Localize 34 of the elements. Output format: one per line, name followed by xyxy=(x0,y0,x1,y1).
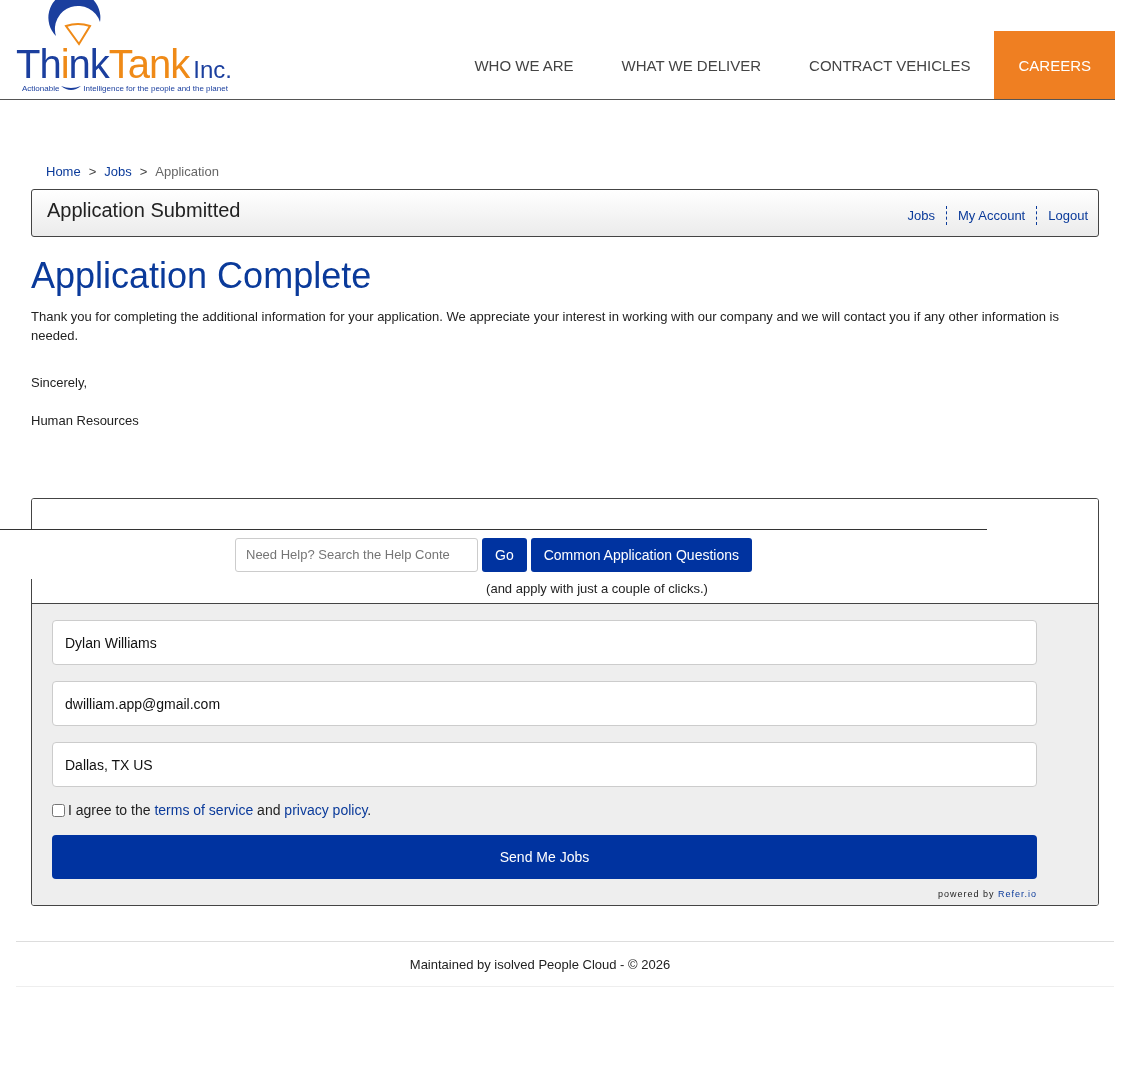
page-heading: Application Complete xyxy=(31,255,373,297)
nav-link[interactable]: WHO WE ARE xyxy=(450,31,598,99)
terms-link[interactable]: terms of service xyxy=(154,802,254,818)
go-button[interactable]: Go xyxy=(482,537,527,572)
powered-by-text: powered by Refer.io xyxy=(937,889,1037,899)
breadcrumb-separator: > xyxy=(139,164,148,179)
signup-subtitle: (and apply with just a couple of clicks.) xyxy=(486,581,708,596)
account-link[interactable]: My Account xyxy=(946,205,1037,225)
logo-text: ThinkTank xyxy=(16,44,190,84)
refer-link[interactable]: Refer.io xyxy=(997,889,1037,899)
company-logo[interactable]: ThinkTank Inc. Actionable Intelligence for the people and the planet xyxy=(16,4,251,93)
panel-title: Application Submitted xyxy=(47,198,241,222)
nav-link[interactable]: WHAT WE DELIVER xyxy=(597,31,786,99)
input-field[interactable]: Dylan Williams xyxy=(52,620,1037,665)
logo-suffix: Inc. xyxy=(193,56,232,84)
help-search-field[interactable]: Need Help? Search the Help Conte xyxy=(235,537,478,572)
account-link[interactable]: Jobs xyxy=(896,205,947,225)
footer-text: Maintained by isolved People Cloud - © 2026 xyxy=(409,956,671,972)
logo-tagline: Intelligence for the people and the planet xyxy=(83,84,228,93)
signature-text: Human Resources xyxy=(31,412,140,430)
breadcrumb-link[interactable]: Home xyxy=(46,164,81,179)
confirmation-message: Thank you for completing the additional information for your application. We appreciate your interest in working with our company and we will contact you if any other information is needed. xyxy=(31,308,1060,345)
breadcrumb-link[interactable]: Jobs xyxy=(104,164,132,179)
input-field[interactable]: dwilliam.app@gmail.com xyxy=(52,681,1037,726)
nav-link[interactable]: CONTRACT VEHICLES xyxy=(785,31,995,99)
questions-button[interactable]: Common Application Questions xyxy=(530,537,752,572)
breadcrumb-link[interactable]: Application xyxy=(155,164,219,179)
breadcrumb-separator: > xyxy=(88,164,97,179)
closing-text: Sincerely, xyxy=(31,374,89,392)
input-field[interactable]: Dallas, TX US xyxy=(52,742,1037,787)
agree-text: I agree to the terms of service and privacy policy. xyxy=(68,802,372,818)
send-jobs-button[interactable]: Send Me Jobs xyxy=(52,835,1037,879)
logo-tagline: Actionable xyxy=(22,84,60,93)
account-link[interactable]: Logout xyxy=(1036,205,1088,225)
